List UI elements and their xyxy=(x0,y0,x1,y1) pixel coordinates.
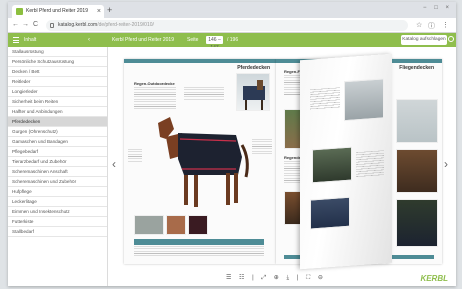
sidebar-item[interactable]: Futterkiste xyxy=(8,217,107,227)
sidebar-item[interactable]: Tierarzbedarf und Zubehör xyxy=(8,157,107,167)
browser-tabbar: Kerbl Pferd und Reiter 2019 × + − □ × xyxy=(8,2,456,18)
callout-text xyxy=(128,149,142,163)
sidebar-item[interactable]: Hufpflege xyxy=(8,187,107,197)
horse-photo xyxy=(396,99,438,143)
left-page: Pferdedecken Regen-Outdoordecke xyxy=(124,59,276,264)
sidebar-item[interactable]: Decken / Bett xyxy=(8,67,107,77)
viewer-toolbar[interactable]: ☰ ☷ | ⤢ ⊕ ⤓ | ⛶ ⊖ xyxy=(226,274,326,282)
horse-photo xyxy=(344,78,384,122)
tab-title: Kerbl Pferd und Reiter 2019 xyxy=(26,8,88,14)
product-text xyxy=(184,87,224,101)
right-page-header: Fliegendecken xyxy=(399,65,434,71)
detail-photo xyxy=(134,215,164,235)
sidebar-item[interactable]: Stallausrüstung xyxy=(8,47,107,57)
page-text xyxy=(356,150,384,179)
callout-text xyxy=(252,139,272,155)
catalog-title: Kerbl Pferd und Reiter 2019 xyxy=(112,37,174,43)
favicon-icon xyxy=(16,8,23,15)
sidebar-item[interactable]: Reitleder xyxy=(8,77,107,87)
sidebar-item[interactable]: Scheremaschinen Anschaft xyxy=(8,167,107,177)
sidebar-item[interactable]: Longierleder xyxy=(8,87,107,97)
product-photo xyxy=(312,146,352,184)
page-label: Seite xyxy=(187,37,199,43)
window-controls[interactable]: − □ × xyxy=(423,5,452,11)
sidebar-item[interactable]: Persönliche Schutzausrüstung xyxy=(8,57,107,67)
size-table-header xyxy=(134,239,264,245)
detail-photo xyxy=(166,215,186,235)
url-field[interactable]: katalog.kerbl.com/de/pferd-reiter-2019/0… xyxy=(46,20,408,31)
url-path: /de/pferd-reiter-2019/010/ xyxy=(97,22,154,28)
collapse-icon[interactable]: ‹ xyxy=(88,33,90,47)
product-photo xyxy=(310,196,350,230)
url-host: katalog.kerbl.com xyxy=(58,22,98,28)
reload-icon[interactable]: C xyxy=(33,21,38,29)
contents-label[interactable]: Inhalt xyxy=(24,33,36,47)
page-spread[interactable]: Pferdedecken Regen-Outdoordecke Regendec… xyxy=(124,53,442,270)
teal-band xyxy=(124,59,276,63)
close-tab-icon[interactable]: × xyxy=(97,5,101,18)
hamburger-icon[interactable] xyxy=(13,37,19,43)
product-photo xyxy=(236,73,270,111)
browser-menu-icon[interactable]: ⋮ xyxy=(442,21,449,29)
new-tab-icon[interactable]: + xyxy=(107,5,112,15)
page-text xyxy=(310,87,340,110)
back-icon[interactable]: ← xyxy=(12,21,19,29)
detail-photo xyxy=(188,215,208,235)
kerbl-logo: KERBL xyxy=(420,274,448,283)
sidebar-item[interactable]: Gamaschen und Bandagen xyxy=(8,137,107,147)
catalog-toolbar: Inhalt ‹ Kerbl Pferd und Reiter 2019 Sei… xyxy=(8,33,456,51)
sidebar-item[interactable]: Sicherheit beim Reiten xyxy=(8,97,107,107)
sidebar-item-active[interactable]: Pferdedecken xyxy=(8,117,107,127)
sidebar-item[interactable]: Scheremaschinen und Zubehör xyxy=(8,177,107,187)
horse-with-blanket-image xyxy=(158,117,249,207)
sidebar-item[interactable]: Eimmen und Insektenschutz xyxy=(8,207,107,217)
search-icon[interactable] xyxy=(448,36,454,42)
browser-window: Kerbl Pferd und Reiter 2019 × + − □ × ← … xyxy=(8,2,456,286)
next-page-arrow-icon[interactable]: › xyxy=(444,158,448,170)
horse-photo xyxy=(396,149,438,193)
horse-photo xyxy=(396,199,438,247)
address-bar: ← → C katalog.kerbl.com/de/pferd-reiter-… xyxy=(8,18,456,33)
sidebar-item[interactable]: Gurgen (Ohrenschutz) xyxy=(8,127,107,137)
open-catalog-button[interactable]: Katalog aufschlagen xyxy=(401,35,447,45)
info-icon[interactable]: ⓘ xyxy=(428,21,435,31)
page-number-input[interactable]: 146 – 147 xyxy=(206,36,223,51)
size-table xyxy=(134,246,264,256)
left-page-header: Pferdedecken xyxy=(237,65,270,71)
prev-page-arrow-icon[interactable]: ‹ xyxy=(112,158,116,170)
sidebar-item[interactable]: Halfter und Anbindungen xyxy=(8,107,107,117)
sidebar-item[interactable]: Leckerlitage xyxy=(8,197,107,207)
product-title: Regen-Outdoordecke xyxy=(134,81,175,86)
forward-icon[interactable]: → xyxy=(22,21,29,29)
sidebar-item[interactable]: Stallbedarf xyxy=(8,227,107,237)
page-total: / 196 xyxy=(227,37,239,43)
star-icon[interactable]: ☆ xyxy=(416,21,422,29)
category-sidebar: Stallausrüstung Persönliche Schutzausrüs… xyxy=(8,47,108,286)
horse-image xyxy=(243,80,265,110)
product-text xyxy=(134,87,176,109)
turning-page[interactable] xyxy=(300,53,392,270)
sidebar-item[interactable]: Pflegebedarf xyxy=(8,147,107,157)
catalog-viewer: ‹ › Pferdedecken Regen-Outdoordecke Rege… xyxy=(108,47,456,286)
lock-icon xyxy=(50,23,54,28)
browser-tab[interactable]: Kerbl Pferd und Reiter 2019 × xyxy=(12,5,104,18)
